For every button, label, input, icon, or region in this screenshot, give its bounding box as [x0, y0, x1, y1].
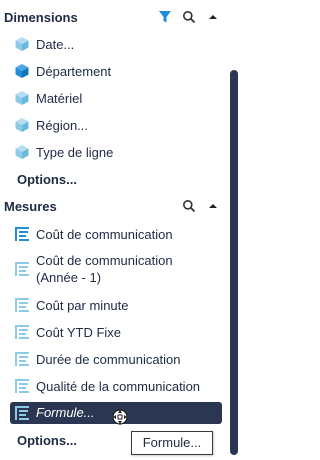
measure-item-label: Coût par minute: [36, 298, 129, 313]
mesures-options-link[interactable]: Options...: [17, 433, 77, 448]
measure-light-icon: [14, 405, 30, 421]
filter-icon[interactable]: [157, 9, 173, 25]
dimension-item-region[interactable]: Région...: [0, 117, 222, 135]
mesures-header: Mesures: [0, 195, 227, 217]
data-panel: Dimensions Date... Département Matériel …: [0, 0, 227, 460]
vertical-scrollbar[interactable]: [227, 0, 241, 460]
dimension-item-type-de-ligne[interactable]: Type de ligne: [0, 144, 222, 162]
dimension-item-date[interactable]: Date...: [0, 36, 222, 54]
dimension-item-label: Date...: [36, 37, 75, 52]
measure-light-icon: [14, 297, 30, 313]
measure-item-label: Qualité de la communication: [36, 379, 201, 394]
search-icon[interactable]: [181, 198, 197, 214]
measure-item-label: Coût de communication: [36, 227, 173, 242]
measure-light-icon: [14, 324, 30, 340]
dimension-item-label: Matériel: [36, 91, 83, 106]
measure-item-cout-annee-1[interactable]: Coût de communication (Année - 1): [0, 252, 222, 288]
mesures-title: Mesures: [4, 198, 57, 214]
dimension-item-materiel[interactable]: Matériel: [0, 90, 222, 108]
dimension-item-departement[interactable]: Département: [0, 63, 222, 81]
dimensions-title: Dimensions: [4, 9, 78, 25]
measure-item-cout-par-minute[interactable]: Coût par minute: [0, 297, 222, 315]
dimensions-header: Dimensions: [0, 6, 227, 28]
measure-item-cout-de-communication[interactable]: Coût de communication: [0, 226, 222, 244]
cube-light-icon: [14, 117, 30, 133]
cube-light-icon: [14, 36, 30, 52]
measure-light-icon: [14, 378, 30, 394]
cube-dark-icon: [14, 63, 30, 79]
measure-item-label: Durée de communication: [36, 352, 181, 367]
search-icon[interactable]: [181, 9, 197, 25]
cube-light-icon: [14, 90, 30, 106]
cube-light-icon: [14, 144, 30, 160]
collapse-mesures-icon[interactable]: [205, 198, 221, 214]
drag-tooltip: Formule...: [131, 431, 213, 455]
dimension-item-label: Région...: [36, 118, 89, 133]
dimension-item-label: Département: [36, 64, 112, 79]
dimensions-options-link[interactable]: Options...: [17, 172, 77, 187]
dimension-item-label: Type de ligne: [36, 145, 114, 160]
measure-item-duree[interactable]: Durée de communication: [0, 351, 222, 369]
measure-item-label: Coût YTD Fixe: [36, 325, 122, 340]
collapse-dimensions-icon[interactable]: [205, 9, 221, 25]
measure-item-cout-ytd-fixe[interactable]: Coût YTD Fixe: [0, 324, 222, 342]
measure-dark-icon: [14, 226, 30, 242]
scrollbar-thumb[interactable]: [230, 70, 238, 455]
measure-light-icon: [14, 351, 30, 367]
measure-item-label: Coût de communication (Année - 1): [36, 253, 173, 285]
measure-item-qualite[interactable]: Qualité de la communication: [0, 378, 222, 396]
measure-light-icon: [14, 261, 30, 277]
move-cursor-icon: [110, 407, 130, 427]
